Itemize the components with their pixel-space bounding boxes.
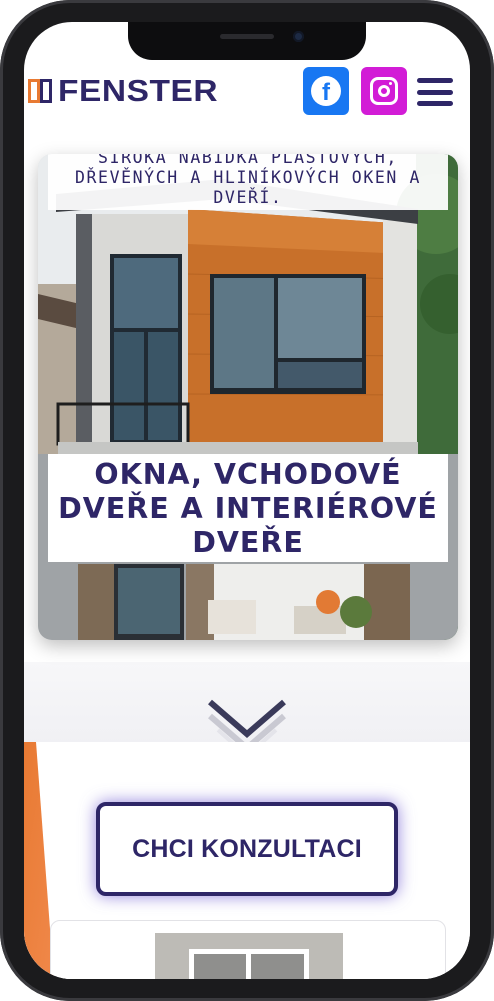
hero-banner: ŠIROKÁ NABÍDKA PLASTOVÝCH, DŘEVĚNÝCH A H… — [38, 154, 458, 640]
window-product-image — [155, 933, 343, 979]
facebook-button[interactable]: f — [303, 67, 349, 115]
fenster-logo[interactable]: FENSTER — [28, 74, 218, 108]
hamburger-menu-icon[interactable] — [417, 78, 453, 106]
product-card[interactable] — [50, 920, 446, 979]
brand-name: FENSTER — [58, 73, 219, 108]
consultation-button[interactable]: CHCI KONZULTACI — [96, 802, 398, 896]
front-camera — [293, 31, 304, 42]
hero-title: OKNA, VCHODOVÉ DVEŘE A INTERIÉROVÉ DVEŘE — [48, 454, 448, 562]
instagram-icon — [370, 77, 398, 105]
house-photo — [38, 154, 458, 640]
speaker-grille — [220, 34, 274, 39]
hero-subtitle: ŠIROKÁ NABÍDKA PLASTOVÝCH, DŘEVĚNÝCH A H… — [48, 154, 448, 210]
instagram-button[interactable] — [361, 67, 407, 115]
window-logo-icon — [28, 77, 56, 105]
screen: FENSTER f ŠIROKÁ NABÍDKA PLASTOVÝCH, DŘE… — [24, 22, 470, 979]
phone-notch — [128, 22, 366, 60]
facebook-icon: f — [311, 76, 341, 106]
